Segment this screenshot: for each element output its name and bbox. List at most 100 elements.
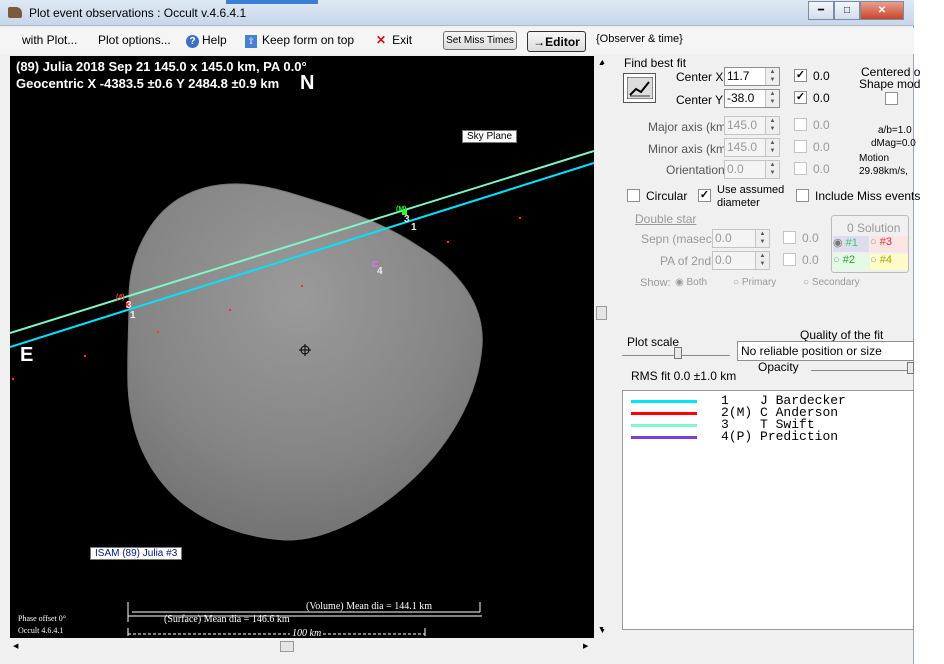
window-title: Plot event observations : Occult v.4.6.4… xyxy=(29,6,247,20)
solution-1-option[interactable]: ◉ #1 xyxy=(833,236,869,252)
orientation-input[interactable]: 0.0 ▲ ▼ xyxy=(724,160,780,179)
panel-scrollbar[interactable]: ▲ ▼ xyxy=(597,56,608,638)
circular-checkbox[interactable] xyxy=(627,189,640,202)
solution-4-option[interactable]: ○ #4 xyxy=(870,254,908,270)
fit-chart-icon xyxy=(626,77,653,99)
asteroid-shape xyxy=(127,183,483,541)
center-y-fit-value: 0.0 xyxy=(813,91,830,105)
minor-axis-fit-value: 0.0 xyxy=(813,140,830,154)
find-best-fit-label: Find best fit xyxy=(624,56,687,70)
show-label: Show: xyxy=(640,277,671,289)
find-best-fit-button[interactable] xyxy=(623,73,656,103)
opacity-thumb[interactable] xyxy=(907,362,914,374)
major-axis-spin-icon[interactable]: ▲ ▼ xyxy=(765,117,779,134)
include-miss-label: Include Miss events xyxy=(815,189,921,203)
chord-label-1-east: 1 xyxy=(411,222,417,233)
editor-button[interactable]: →Editor xyxy=(527,31,586,52)
chord-label-4: 4 xyxy=(377,266,383,277)
solution-1-label: #1 xyxy=(845,237,858,249)
center-x-checkbox[interactable]: ✓ xyxy=(794,69,807,82)
center-x-fit-value: 0.0 xyxy=(813,69,830,83)
include-miss-checkbox[interactable] xyxy=(796,189,809,202)
plot-horizontal-scrollbar[interactable]: ◀ ▶ xyxy=(10,640,594,653)
minor-axis-value: 145.0 xyxy=(727,140,758,154)
menu-help[interactable]: ? Help xyxy=(186,33,227,48)
ab-ratio-label: a/b=1.0 xyxy=(878,125,912,136)
orientation-spin-icon[interactable]: ▲ ▼ xyxy=(765,161,779,178)
window-controls: ━ □ ✕ xyxy=(808,1,904,20)
orientation-value: 0.0 xyxy=(727,162,744,176)
minor-axis-checkbox[interactable] xyxy=(794,140,807,153)
observer-time-label: {Observer & time} xyxy=(596,33,683,45)
scroll-left-icon[interactable]: ◀ xyxy=(13,642,18,650)
center-x-spin-icon[interactable]: ▲ ▼ xyxy=(765,68,779,85)
scroll-right-icon[interactable]: ▶ xyxy=(583,642,588,650)
miss-tag-label: (M) xyxy=(396,206,407,213)
center-y-checkbox[interactable]: ✓ xyxy=(794,91,807,104)
pa2-spin-icon[interactable]: ▲ ▼ xyxy=(755,252,769,269)
phase-offset-label: Phase offset 0° xyxy=(18,614,66,623)
show-primary-option[interactable]: ○ Primary xyxy=(733,277,776,288)
use-assumed-checkbox[interactable]: ✓ xyxy=(698,189,711,202)
panel-scroll-up-icon[interactable]: ▲ xyxy=(599,59,606,66)
solution-title: 0 Solution xyxy=(847,221,901,235)
menu-plot-options[interactable]: Plot options... xyxy=(98,33,171,47)
plot-canvas[interactable]: (89) Julia 2018 Sep 21 145.0 x 145.0 km,… xyxy=(10,56,594,638)
help-icon: ? xyxy=(186,35,199,48)
menu-exit[interactable]: ✕ Exit xyxy=(376,33,412,47)
plot-scale-thumb[interactable] xyxy=(674,347,682,359)
scroll-thumb-horizontal[interactable] xyxy=(280,641,294,652)
version-label: Occult 4.6.4.1 xyxy=(18,626,64,635)
shape-model-checkbox[interactable] xyxy=(885,92,898,105)
dmag-label: dMag=0.0 xyxy=(871,138,916,149)
plot-scale-slider[interactable] xyxy=(622,347,730,359)
minor-axis-input[interactable]: 145.0 ▲ ▼ xyxy=(724,138,780,157)
center-x-input[interactable]: 11.7 ▲ ▼ xyxy=(724,67,780,86)
menu-keep-on-top[interactable]: ⇧ Keep form on top xyxy=(245,33,354,48)
orientation-label: Orientation xyxy=(666,163,725,177)
north-indicator: N xyxy=(300,72,315,94)
major-axis-input[interactable]: 145.0 ▲ ▼ xyxy=(724,116,780,135)
pa2-input[interactable]: 0.0 ▲ ▼ xyxy=(712,251,770,270)
solution-group: 0 Solution ◉ #1 ○ #3 ○ #2 ○ #4 xyxy=(831,215,909,273)
show-both-option[interactable]: ◉ Both xyxy=(675,277,707,288)
minor-axis-spin-icon[interactable]: ▲ ▼ xyxy=(765,139,779,156)
solution-4-label: #4 xyxy=(879,254,892,266)
quality-dropdown[interactable]: No reliable position or size xyxy=(737,341,914,361)
pa2-fit-value: 0.0 xyxy=(802,253,819,267)
radio-icon: ○ xyxy=(870,254,877,266)
minimize-icon[interactable]: ━ xyxy=(808,1,834,20)
surface-dia-label: (Surface) Mean dia = 146.6 km xyxy=(164,614,290,625)
panel-scroll-down-icon[interactable]: ▼ xyxy=(599,628,606,635)
pa2-checkbox[interactable] xyxy=(783,253,796,266)
minor-axis-label: Minor axis (km) xyxy=(648,142,731,156)
maximize-icon[interactable]: □ xyxy=(834,1,860,20)
center-y-input[interactable]: -38.0 ▲ ▼ xyxy=(724,89,780,108)
sepn-checkbox[interactable] xyxy=(783,231,796,244)
show-secondary-option[interactable]: ○ Secondary xyxy=(803,277,860,288)
pa2-value: 0.0 xyxy=(715,253,732,267)
plot-header-line2: Geocentric X -4383.5 ±0.6 Y 2484.8 ±0.9 … xyxy=(16,76,280,91)
set-miss-times-button[interactable]: Set Miss Times xyxy=(443,31,517,50)
opacity-slider[interactable] xyxy=(811,362,914,374)
sepn-input[interactable]: 0.0 ▲ ▼ xyxy=(712,229,770,248)
center-y-label: Center Y xyxy=(676,93,724,107)
menu-bar: with Plot... Plot options... ? Help ⇧ Keep… xyxy=(0,28,914,54)
orientation-fit-value: 0.0 xyxy=(813,162,830,176)
solution-3-option[interactable]: ○ #3 xyxy=(870,236,908,252)
radio-icon: ○ xyxy=(870,236,877,248)
keep-on-top-label: Keep form on top xyxy=(262,33,355,47)
major-axis-checkbox[interactable] xyxy=(794,118,807,131)
sepn-spin-icon[interactable]: ▲ ▼ xyxy=(755,230,769,247)
center-x-value: 11.7 xyxy=(727,69,750,83)
motion-label: Motion xyxy=(859,153,890,164)
chord-label-3-east: 3 xyxy=(404,214,410,225)
title-accent xyxy=(226,0,318,4)
plot-scale-label: Plot scale xyxy=(627,335,680,349)
opacity-label: Opacity xyxy=(758,360,799,374)
close-icon[interactable]: ✕ xyxy=(860,1,904,20)
solution-2-option[interactable]: ○ #2 xyxy=(833,254,869,270)
orientation-checkbox[interactable] xyxy=(794,162,807,175)
menu-with-plot[interactable]: with Plot... xyxy=(22,33,77,47)
center-y-spin-icon[interactable]: ▲ ▼ xyxy=(765,90,779,107)
